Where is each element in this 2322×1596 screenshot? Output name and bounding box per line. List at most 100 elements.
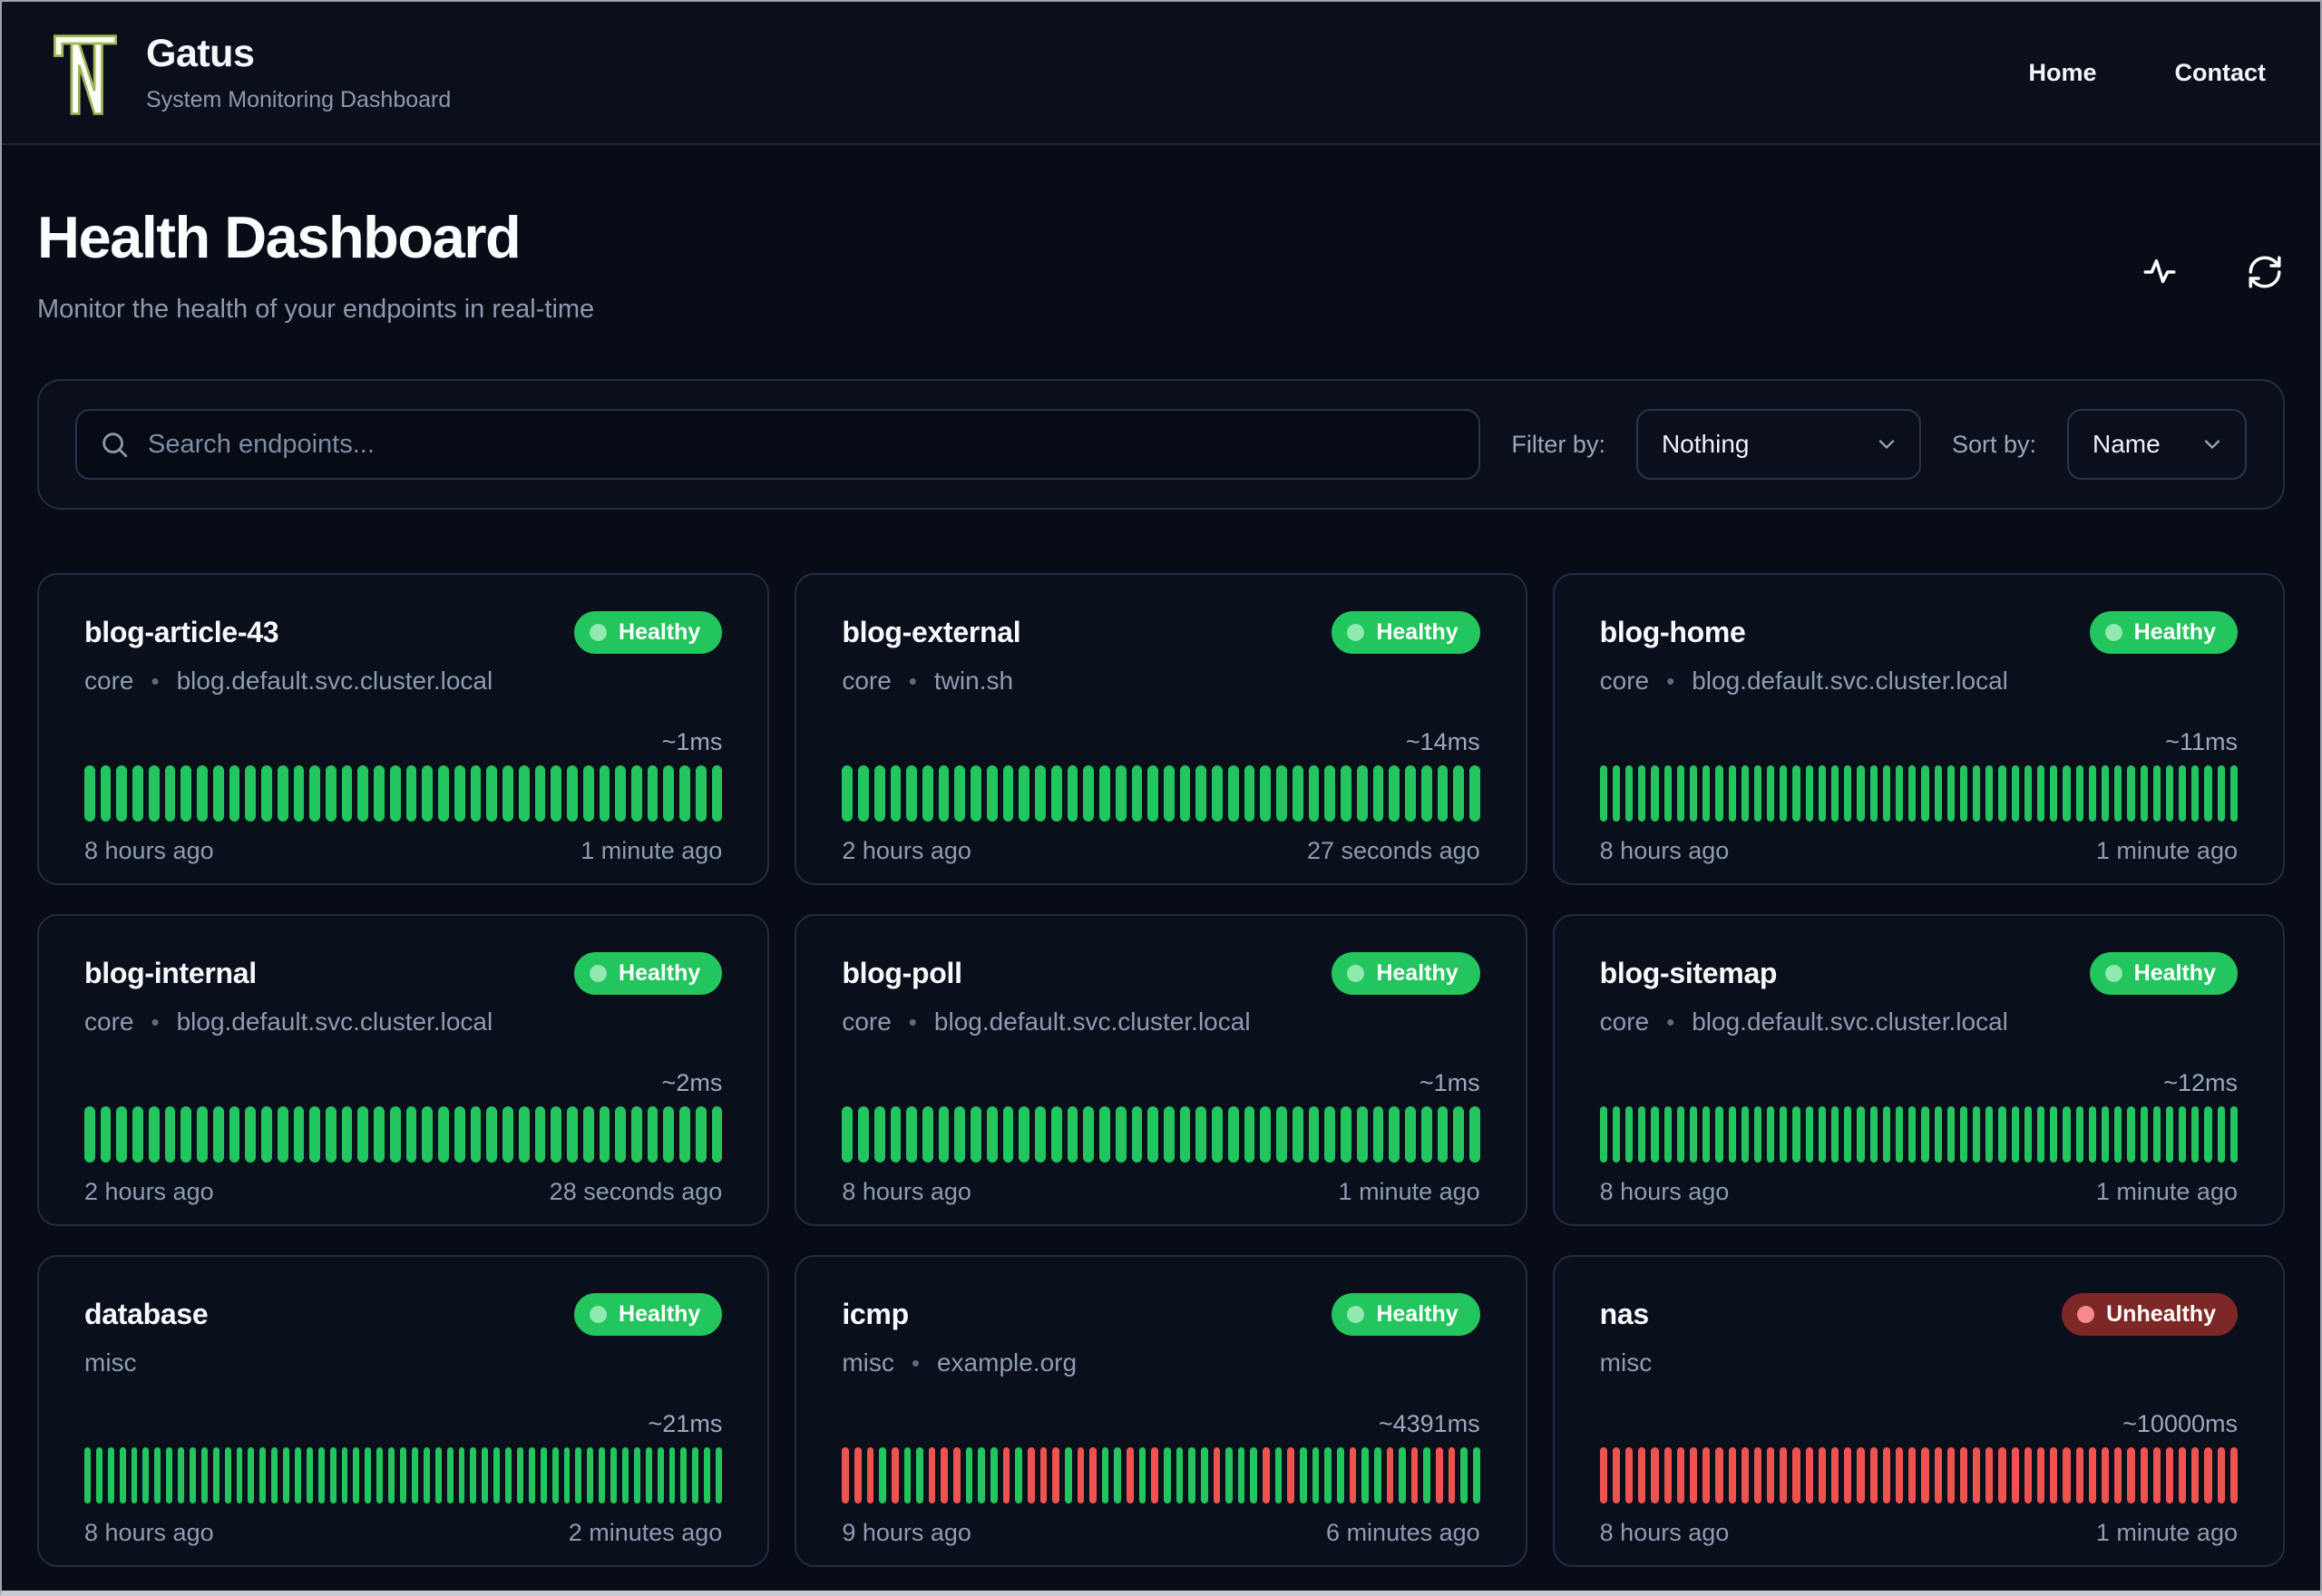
history-bar <box>1099 1106 1110 1163</box>
uptime-history-bars[interactable] <box>84 1447 722 1504</box>
history-bar <box>1212 1106 1223 1163</box>
history-bar <box>293 1106 305 1163</box>
history-bar <box>1225 1447 1233 1504</box>
history-bar <box>890 1106 902 1163</box>
history-bar <box>1341 765 1351 822</box>
endpoint-card[interactable]: nas Unhealthy misc ~10000ms 8 hours ago … <box>1552 1255 2285 1567</box>
search-input[interactable] <box>148 429 1458 460</box>
endpoint-card[interactable]: blog-sitemap Healthy core • blog.default… <box>1552 914 2285 1226</box>
history-bar <box>567 1106 578 1163</box>
history-bar <box>2127 765 2135 822</box>
card-header: database Healthy <box>84 1293 723 1336</box>
history-bar <box>858 765 869 822</box>
history-bar <box>1372 765 1384 822</box>
history-bar <box>1227 1106 1239 1163</box>
history-end-time: 27 seconds ago <box>1307 837 1480 864</box>
history-bar <box>236 1447 243 1504</box>
history-bar <box>1420 765 1432 822</box>
history-bar <box>405 765 417 822</box>
history-bar <box>1292 1106 1303 1163</box>
history-bar <box>411 1447 418 1504</box>
history-bar <box>224 1447 231 1504</box>
brand[interactable]: Gatus System Monitoring Dashboard <box>52 24 451 122</box>
history-bar <box>197 1106 208 1163</box>
history-start-time: 8 hours ago <box>84 1519 214 1546</box>
history-bar <box>990 1447 998 1504</box>
latency-value: ~4391ms <box>1378 1410 1480 1437</box>
history-bar <box>1227 765 1239 822</box>
hero-text: Health Dashboard Monitor the health of y… <box>37 203 594 325</box>
history-bar <box>1767 1106 1775 1163</box>
history-bar <box>657 1447 664 1504</box>
endpoint-card[interactable]: blog-home Healthy core • blog.default.sv… <box>1552 573 2285 885</box>
endpoint-card[interactable]: database Healthy misc ~21ms 8 hours ago … <box>37 1255 770 1567</box>
uptime-history-bars[interactable] <box>1599 1106 2239 1163</box>
uptime-history-bars[interactable] <box>1599 765 2239 822</box>
activity-pulse-icon[interactable] <box>2140 252 2180 292</box>
main-nav: Home Contact <box>2028 59 2266 87</box>
history-bar <box>1998 765 2006 822</box>
history-bar <box>434 1447 442 1504</box>
history-bar <box>1473 1447 1480 1504</box>
history-bar <box>615 765 626 822</box>
separator-dot: • <box>1666 667 1675 695</box>
uptime-history-bars[interactable] <box>84 1106 723 1163</box>
history-bar <box>630 765 642 822</box>
uptime-history-bars[interactable] <box>84 765 723 822</box>
history-bar <box>842 1106 854 1163</box>
history-bar <box>1857 1447 1865 1504</box>
history-bar <box>365 1447 372 1504</box>
history-bar <box>2229 1447 2239 1504</box>
history-bar <box>1115 765 1127 822</box>
history-bar <box>2127 1447 2135 1504</box>
endpoint-card[interactable]: blog-article-43 Healthy core • blog.defa… <box>37 573 770 885</box>
history-bar <box>2229 1106 2239 1163</box>
status-label: Healthy <box>619 1301 701 1327</box>
uptime-history-bars[interactable] <box>842 1447 1480 1504</box>
nav-link-contact[interactable]: Contact <box>2175 59 2267 87</box>
history-bar <box>1689 765 1698 822</box>
history-bar <box>1260 1106 1272 1163</box>
uptime-history-bars[interactable] <box>1599 1447 2239 1504</box>
history-bar <box>505 1447 512 1504</box>
history-bar <box>1702 765 1711 822</box>
latency-value: ~14ms <box>1405 728 1480 755</box>
history-bar <box>2127 1106 2135 1163</box>
history-bar <box>1002 765 1014 822</box>
nav-link-home[interactable]: Home <box>2028 59 2096 87</box>
history-bar <box>2011 1447 2019 1504</box>
endpoint-card[interactable]: blog-external Healthy core • twin.sh ~14… <box>795 573 1527 885</box>
history-end-time: 1 minute ago <box>2095 1519 2238 1546</box>
history-bar <box>166 1447 173 1504</box>
refresh-icon[interactable] <box>2245 252 2285 292</box>
history-bar <box>2179 765 2187 822</box>
search-filter-toolbar: Filter by: Nothing Sort by: Name <box>37 379 2285 510</box>
history-bar <box>567 765 578 822</box>
endpoint-card[interactable]: icmp Healthy misc • example.org ~4391ms … <box>795 1255 1527 1567</box>
uptime-history-bars[interactable] <box>842 1106 1480 1163</box>
filter-select[interactable]: Nothing <box>1635 409 1921 480</box>
history-bar <box>2152 765 2161 822</box>
history-bar <box>2217 1447 2225 1504</box>
history-bar <box>1869 765 1878 822</box>
history-bar <box>2217 1106 2225 1163</box>
history-bar <box>376 1447 384 1504</box>
history-bar <box>1308 1106 1320 1163</box>
history-bar <box>470 1106 482 1163</box>
endpoint-card[interactable]: blog-poll Healthy core • blog.default.sv… <box>795 914 1527 1226</box>
endpoint-meta: misc <box>1600 1348 2238 1377</box>
history-bar <box>965 1447 973 1504</box>
history-bar <box>2050 1106 2058 1163</box>
history-bar <box>1818 1106 1827 1163</box>
history-bar <box>1973 1106 1981 1163</box>
endpoint-card[interactable]: blog-internal Healthy core • blog.defaul… <box>37 914 770 1226</box>
history-bar <box>2152 1447 2161 1504</box>
history-bar <box>518 765 530 822</box>
history-bar <box>2152 1106 2161 1163</box>
sort-select[interactable]: Name <box>2067 409 2247 480</box>
endpoint-group: misc <box>842 1348 894 1377</box>
history-bar <box>1101 1447 1109 1504</box>
uptime-history-bars[interactable] <box>842 765 1480 822</box>
history-end-time: 2 minutes ago <box>568 1519 723 1546</box>
history-bar <box>341 1106 353 1163</box>
